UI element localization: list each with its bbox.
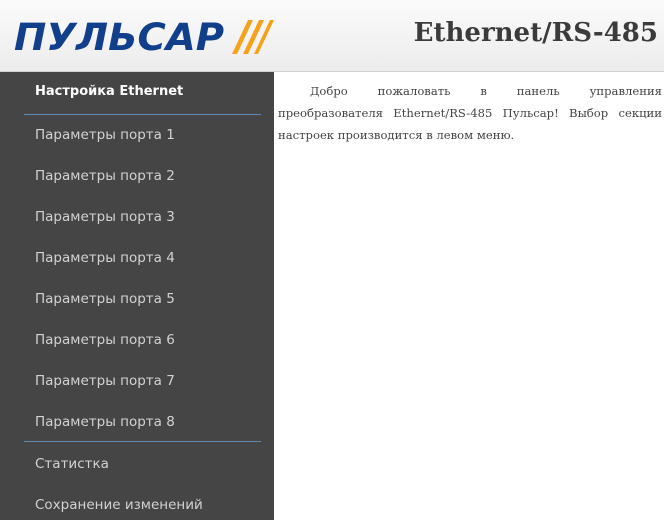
sidebar-item-label: Параметры порта 6: [35, 332, 175, 348]
main-content: Добро пожаловать в панель управления пре…: [274, 72, 662, 146]
sidebar-item-label: Параметры порта 7: [35, 373, 175, 389]
sidebar-item-label: Параметры порта 1: [35, 127, 175, 143]
pulsar-logo: ПУЛЬСАР: [14, 16, 274, 59]
sidebar-item-label: Сохранение изменений: [35, 497, 203, 513]
sidebar-item-port-1[interactable]: Параметры порта 1: [0, 115, 274, 155]
sidebar-item-save-changes[interactable]: Сохранение изменений: [0, 485, 274, 520]
sidebar-item-ethernet-settings[interactable]: Настройка Ethernet: [0, 72, 274, 112]
sidebar-item-label: Параметры порта 2: [35, 168, 175, 184]
welcome-text: Добро пожаловать в панель управления пре…: [278, 84, 662, 142]
sidebar-item-label: Статистка: [35, 456, 109, 472]
page-header: ПУЛЬСАР Ethernet/RS-485: [0, 0, 664, 72]
sidebar-item-port-4[interactable]: Параметры порта 4: [0, 238, 274, 278]
sidebar-item-label: Параметры порта 5: [35, 291, 175, 307]
sidebar-item-port-2[interactable]: Параметры порта 2: [0, 156, 274, 196]
sidebar-item-label: Настройка Ethernet: [35, 84, 184, 99]
menu-divider: [24, 441, 261, 442]
logo-text: ПУЛЬСАР: [14, 16, 224, 59]
sidebar-item-port-8[interactable]: Параметры порта 8: [0, 402, 274, 442]
sidebar-item-port-6[interactable]: Параметры порта 6: [0, 320, 274, 360]
sidebar-item-port-5[interactable]: Параметры порта 5: [0, 279, 274, 319]
sidebar-menu: Настройка Ethernet Параметры порта 1 Пар…: [0, 72, 274, 520]
sidebar-item-statistics[interactable]: Статистка: [0, 444, 274, 484]
page-title: Ethernet/RS-485: [413, 18, 658, 48]
sidebar-item-label: Параметры порта 3: [35, 209, 175, 225]
sidebar-item-label: Параметры порта 4: [35, 250, 175, 266]
sidebar-item-label: Параметры порта 8: [35, 414, 175, 430]
sidebar-item-port-3[interactable]: Параметры порта 3: [0, 197, 274, 237]
sidebar-item-port-7[interactable]: Параметры порта 7: [0, 361, 274, 401]
logo-swoosh-icon: [232, 20, 274, 54]
